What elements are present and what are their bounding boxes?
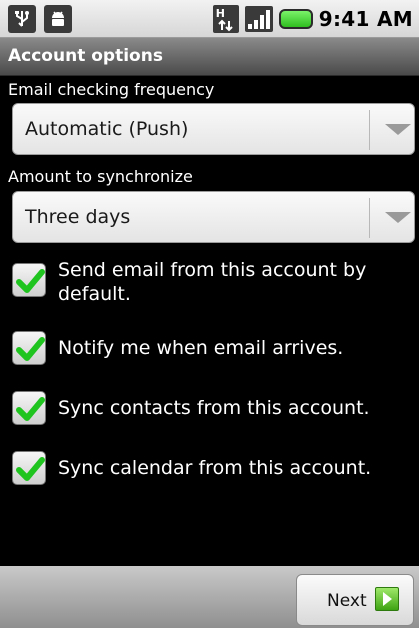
- spinner-divider: [369, 110, 370, 150]
- next-button[interactable]: Next: [296, 574, 414, 626]
- checkbox-send-default[interactable]: [12, 263, 46, 297]
- dropdown-arrow-icon: [385, 212, 411, 223]
- signal-icon: [244, 6, 273, 32]
- status-bar: H 9:41 AM: [0, 0, 419, 38]
- checkbox-row-send-default[interactable]: Send email from this account by default.: [12, 256, 412, 312]
- h-data-icon: H: [212, 5, 239, 33]
- battery-icon: [278, 9, 313, 29]
- checkbox-sync-calendar[interactable]: [12, 451, 46, 485]
- usb-icon: [8, 5, 36, 33]
- dropdown-arrow-icon: [385, 124, 411, 135]
- sync-amount-value: Three days: [25, 206, 131, 228]
- check-icon: [16, 337, 45, 361]
- android-debug-icon: [44, 5, 72, 33]
- checkbox-label-notify: Notify me when email arrives.: [58, 337, 344, 359]
- status-clock: 9:41 AM: [318, 7, 413, 31]
- bottom-bar: Next: [0, 566, 419, 628]
- spinner-divider: [369, 198, 370, 238]
- next-arrow-icon: [375, 587, 399, 611]
- check-icon: [16, 269, 45, 293]
- page-title: Account options: [8, 46, 163, 66]
- checkbox-row-notify[interactable]: Notify me when email arrives.: [12, 327, 412, 371]
- check-icon: [16, 457, 45, 481]
- checkbox-label-sync-calendar: Sync calendar from this account.: [58, 457, 372, 479]
- sync-amount-label: Amount to synchronize: [8, 167, 193, 186]
- checkbox-label-send-default: Send email from this account by default.: [58, 259, 367, 305]
- check-icon: [16, 397, 45, 421]
- checkbox-row-sync-contacts[interactable]: Sync contacts from this account.: [12, 387, 412, 431]
- email-frequency-value: Automatic (Push): [25, 118, 189, 140]
- checkbox-label-sync-contacts: Sync contacts from this account.: [58, 397, 370, 419]
- sync-amount-spinner[interactable]: Three days: [12, 191, 415, 243]
- checkbox-sync-contacts[interactable]: [12, 391, 46, 425]
- email-frequency-label: Email checking frequency: [8, 80, 215, 99]
- title-bar: Account options: [0, 38, 419, 76]
- email-frequency-spinner[interactable]: Automatic (Push): [12, 103, 415, 155]
- checkbox-row-sync-calendar[interactable]: Sync calendar from this account.: [12, 447, 412, 491]
- checkbox-notify[interactable]: [12, 331, 46, 365]
- next-button-label: Next: [327, 591, 367, 611]
